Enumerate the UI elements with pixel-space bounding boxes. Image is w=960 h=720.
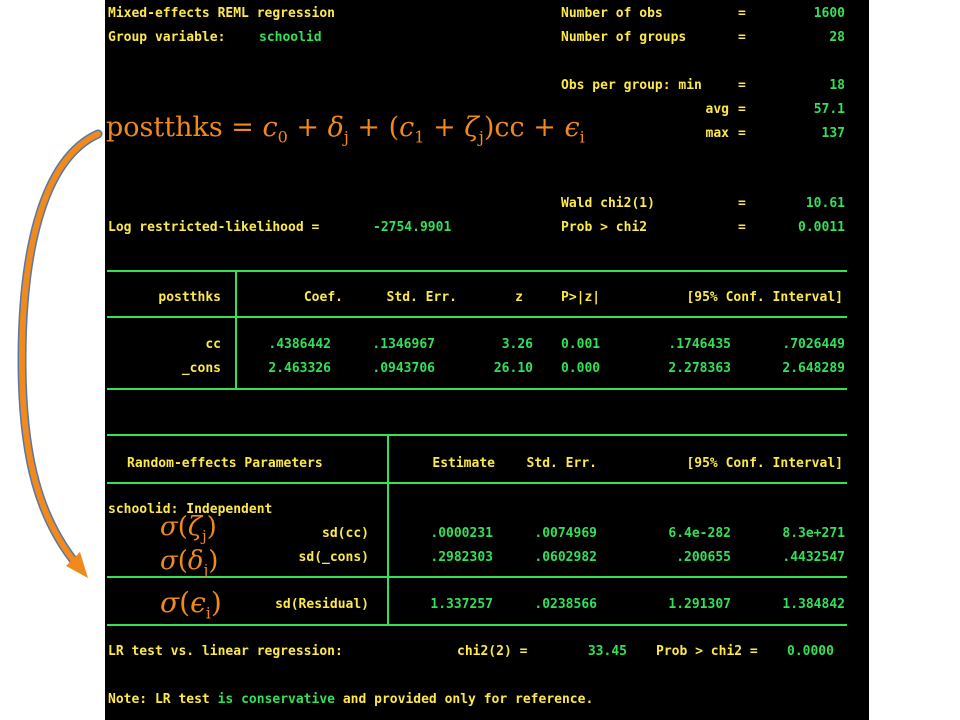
- stat-eq: =: [738, 6, 746, 21]
- table-rule: [107, 624, 847, 626]
- note-emphasis: is conservative: [217, 692, 335, 707]
- stat-label: Obs per group: min: [561, 78, 702, 93]
- column-header: [95% Conf. Interval]: [686, 290, 843, 305]
- table-divider: [387, 434, 389, 626]
- table-rule: [107, 482, 847, 484]
- table-cell: .0238566: [534, 597, 597, 612]
- stat-eq: =: [738, 30, 746, 45]
- stat-eq: =: [738, 126, 746, 141]
- table-cell: .1346967: [372, 337, 435, 352]
- column-header: [95% Conf. Interval]: [686, 456, 843, 471]
- lr-prob-value: 0.0000: [787, 644, 834, 659]
- table-rule: [107, 270, 847, 272]
- table-cell: 8.3e+271: [782, 526, 845, 541]
- stat-eq: =: [738, 196, 746, 211]
- table-cell: .0000231: [430, 526, 493, 541]
- column-header: Coef.: [303, 290, 343, 305]
- lr-prob-label: Prob > chi2 =: [656, 644, 758, 659]
- note-prefix: Note:: [108, 692, 148, 707]
- stat-value: 18: [829, 78, 845, 93]
- table-cell: 0.001: [561, 337, 601, 352]
- table-cell: .2982303: [430, 550, 493, 565]
- curved-arrow-icon: [17, 129, 103, 578]
- loglik-label: Log restricted-likelihood =: [108, 220, 320, 235]
- stat-label: Prob > chi2: [561, 220, 648, 235]
- table-cell: 0.000: [561, 361, 601, 376]
- table-cell: .200655: [676, 550, 731, 565]
- row-name: _cons: [181, 361, 221, 376]
- table-cell: .4386442: [268, 337, 331, 352]
- table-cell: 1.291307: [668, 597, 731, 612]
- table-cell: 3.26: [501, 337, 533, 352]
- row-name: sd(_cons): [298, 550, 369, 565]
- sigma-delta-label: σ(δj): [160, 546, 219, 580]
- column-header: z: [515, 290, 523, 305]
- column-header: Estimate: [432, 456, 495, 471]
- footnote: Note: LR test is conservative and provid…: [108, 692, 593, 708]
- note-text: LR test: [147, 692, 218, 707]
- column-header: Std. Err.: [526, 456, 597, 471]
- stat-value: 28: [829, 30, 845, 45]
- arrow-shaft: [18, 131, 101, 569]
- column-header: Std. Err.: [386, 290, 457, 305]
- lr-chi-value: 33.45: [587, 644, 627, 659]
- model-equation: postthks = c0 + δj + (c1 + ζj)cc + ϵi: [106, 112, 585, 147]
- table-cell: 26.10: [493, 361, 533, 376]
- random-header: Random-effects Parameters: [127, 456, 323, 471]
- table-cell: 2.463326: [268, 361, 331, 376]
- table-cell: .1746435: [668, 337, 731, 352]
- model-title: Mixed-effects REML regression: [108, 6, 335, 21]
- stat-label: avg: [705, 102, 729, 117]
- stat-value: 0.0011: [798, 220, 845, 235]
- column-header: P>|z|: [561, 290, 601, 305]
- table-cell: 1.384842: [782, 597, 845, 612]
- stat-label: Number of obs: [561, 6, 663, 21]
- sigma-epsilon-label: σ(ϵi): [160, 586, 222, 623]
- row-name: sd(Residual): [275, 597, 369, 612]
- lr-chi-label: chi2(2) =: [457, 644, 528, 659]
- group-variable-value: schoolid: [259, 30, 322, 45]
- stat-label: max: [705, 126, 729, 141]
- note-text: and provided only for reference.: [335, 692, 594, 707]
- group-variable-label: Group variable:: [108, 30, 226, 45]
- arrow-outline: [17, 129, 103, 571]
- stat-label: Wald chi2(1): [561, 196, 655, 211]
- table-cell: .0943706: [372, 361, 435, 376]
- stat-value: 10.61: [805, 196, 845, 211]
- table-rule: [107, 316, 847, 318]
- table-cell: 1.337257: [430, 597, 493, 612]
- stat-eq: =: [738, 78, 746, 93]
- table-cell: .7026449: [782, 337, 845, 352]
- stat-eq: =: [738, 102, 746, 117]
- table-cell: .0074969: [534, 526, 597, 541]
- table-cell: 2.278363: [668, 361, 731, 376]
- row-name: cc: [205, 337, 221, 352]
- table-cell: 6.4e-282: [668, 526, 731, 541]
- stat-value: 137: [821, 126, 845, 141]
- sigma-zeta-label: σ(ζj): [160, 512, 217, 546]
- stat-eq: =: [738, 220, 746, 235]
- table-divider: [235, 270, 237, 388]
- table-cell: .0602982: [534, 550, 597, 565]
- table-cell: .4432547: [782, 550, 845, 565]
- lr-test-label: LR test vs. linear regression:: [108, 644, 343, 659]
- loglik-value: -2754.9901: [373, 220, 452, 235]
- stat-value: 57.1: [813, 102, 845, 117]
- row-name: sd(cc): [322, 526, 369, 541]
- table-rule: [107, 434, 847, 436]
- stat-value: 1600: [813, 6, 845, 21]
- table-cell: 2.648289: [782, 361, 845, 376]
- stat-label: Number of groups: [561, 30, 687, 45]
- table-rule: [107, 388, 847, 390]
- depvar-header: postthks: [158, 290, 221, 305]
